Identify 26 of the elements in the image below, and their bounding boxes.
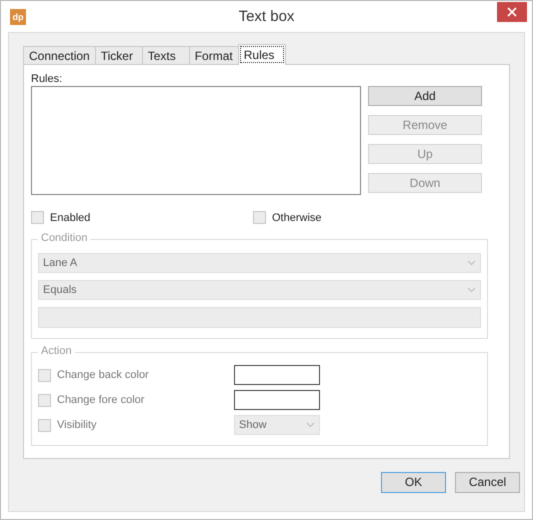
window-title: Text box [238,8,296,25]
checkbox[interactable] [253,211,266,224]
dialog-button[interactable]: OK [381,472,446,492]
rules-label: Rules: [31,73,64,85]
tab[interactable]: Ticker [94,46,143,64]
chevron-icon [467,287,476,293]
chevron-icon [306,422,315,428]
tab[interactable]: Format [188,46,239,64]
checkbox-label: Change fore color [57,394,144,406]
checkbox[interactable] [31,211,44,224]
rule-button[interactable]: Add [368,86,482,106]
tab[interactable]: Texts [142,46,190,64]
rules-list[interactable] [31,86,361,195]
close-button[interactable] [497,2,527,22]
app-logo: dp [10,8,26,24]
chevron-icon [467,260,476,266]
tab[interactable]: Rules [238,44,286,65]
group-title: Condition [38,232,90,244]
checkbox-label: Enabled [50,212,90,224]
checkbox-label: Change back color [57,369,149,381]
dialog-button[interactable]: Cancel [455,472,520,492]
group-title: Action [38,345,75,357]
checkbox-label: Visibility [57,419,97,431]
close-icon [507,7,517,17]
checkbox-label: Otherwise [272,212,322,224]
tab[interactable]: Connection [23,46,96,64]
